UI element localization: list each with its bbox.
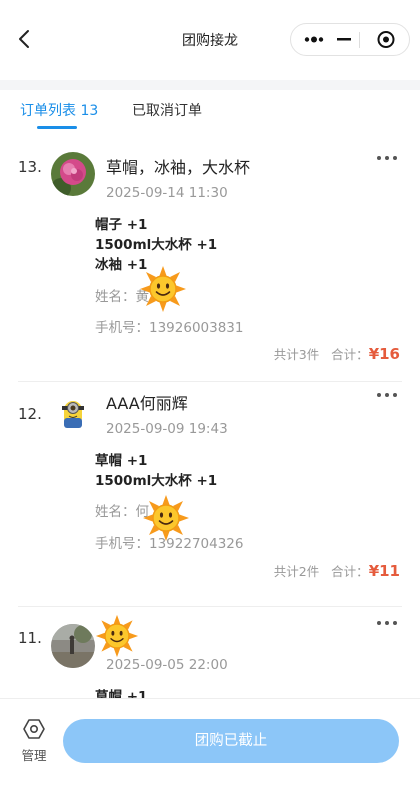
avatar [51, 624, 95, 668]
name-label: 姓名： [95, 289, 136, 305]
order-time: 2025-09-05 22:00 [106, 657, 228, 673]
more-options-icon[interactable] [374, 387, 402, 401]
name-label: 姓名： [95, 504, 136, 520]
more-options-icon[interactable] [374, 150, 402, 164]
customer-name: 姓名：何 [95, 500, 149, 520]
section-gap [0, 80, 420, 90]
close-target-icon[interactable] [371, 24, 401, 55]
order-title: AAA何丽辉 [106, 394, 188, 413]
phone-label: 手机号： [95, 320, 149, 336]
order-summary: 共计3件 合计：¥16 [274, 344, 400, 363]
sun-sticker-icon [142, 494, 190, 542]
order-index: 12. [18, 405, 42, 423]
capsule-divider [359, 32, 360, 48]
avatar [51, 152, 95, 196]
phone-label: 手机号： [95, 536, 149, 552]
item-count: 共计3件 [273, 347, 320, 362]
customer-phone: 手机号：13926003831 [95, 316, 243, 336]
settings-hexagon-icon [22, 717, 46, 741]
navigation-bar: 团购接龙 [0, 0, 420, 80]
order-title: 草帽，冰袖，大水杯 [106, 158, 251, 177]
manage-label: 管理 [21, 748, 47, 763]
mini-program-capsule [290, 23, 410, 56]
sun-sticker-icon [95, 614, 139, 658]
item-count: 共计2件 [273, 564, 320, 579]
total-label: 合计： [331, 564, 369, 579]
more-options-icon[interactable] [374, 615, 402, 629]
group-buy-closed-button[interactable]: 团购已截止 [63, 719, 399, 763]
order-item: 草帽 +1 [95, 453, 148, 469]
order-divider [18, 606, 402, 607]
order-item: 1500ml大水杯 +1 [95, 473, 218, 489]
order-divider [18, 381, 402, 382]
total-label: 合计： [331, 347, 369, 362]
tab-order-list[interactable]: 订单列表 13 [20, 100, 98, 120]
order-time: 2025-09-14 11:30 [106, 185, 228, 201]
order-card[interactable]: 11. 2025-09-05 22:00 草帽 +1 [0, 620, 420, 698]
more-dots-icon[interactable] [299, 24, 329, 55]
order-list-panel: 订单列表 13 已取消订单 13. 草帽，冰袖，大水杯 2025-09-14 1… [0, 90, 420, 698]
total-amount: ¥11 [368, 562, 400, 580]
order-index: 11. [18, 629, 42, 647]
phone-value: 13926003831 [149, 320, 244, 336]
tab-bar: 订单列表 13 已取消订单 [0, 90, 420, 134]
tab-cancelled-orders[interactable]: 已取消订单 [132, 100, 202, 120]
manage-button[interactable]: 管理 [12, 717, 56, 767]
order-card[interactable]: 13. 草帽，冰袖，大水杯 2025-09-14 11:30 帽子 +1 150… [0, 145, 420, 381]
order-card[interactable]: 12. AAA何丽辉 2025-09-09 19:43 草帽 +1 1500ml… [0, 391, 420, 605]
total-amount: ¥16 [368, 345, 400, 363]
order-time: 2025-09-09 19:43 [106, 421, 228, 437]
minimize-icon[interactable] [335, 24, 355, 55]
avatar [51, 391, 95, 435]
order-item: 帽子 +1 [95, 217, 148, 233]
order-item: 草帽 +1 [95, 689, 148, 698]
bottom-action-bar: 管理 团购已截止 [0, 698, 420, 785]
order-summary: 共计2件 合计：¥11 [274, 561, 400, 580]
active-tab-indicator [37, 126, 77, 129]
order-item: 1500ml大水杯 +1 [95, 237, 218, 253]
sun-sticker-icon [139, 265, 187, 313]
order-index: 13. [18, 158, 42, 176]
